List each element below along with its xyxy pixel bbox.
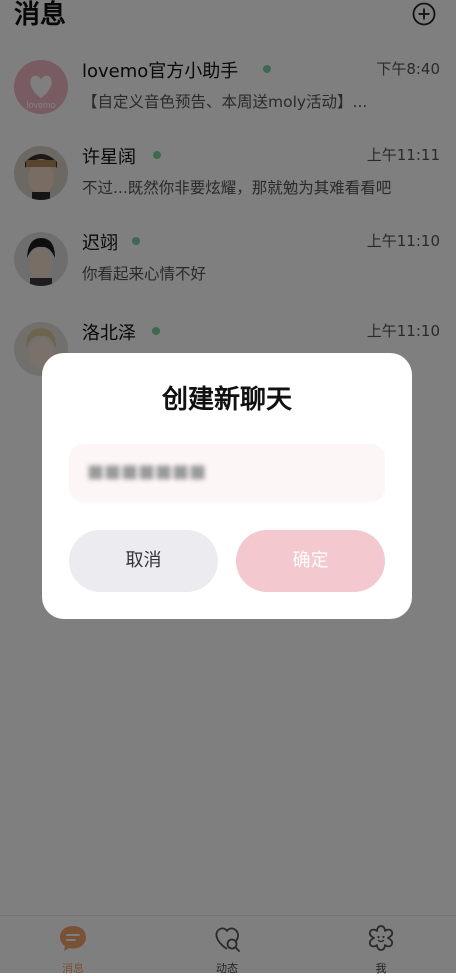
chat-name-input[interactable]: ■■■■■■■ (69, 444, 385, 502)
cancel-button[interactable]: 取消 (69, 530, 218, 592)
confirm-button[interactable]: 确定 (236, 530, 385, 592)
dialog-title: 创建新聊天 (161, 385, 292, 415)
create-chat-dialog: 创建新聊天 ■■■■■■■ 取消 确定 (42, 353, 412, 619)
input-value: ■■■■■■■ (87, 461, 207, 482)
